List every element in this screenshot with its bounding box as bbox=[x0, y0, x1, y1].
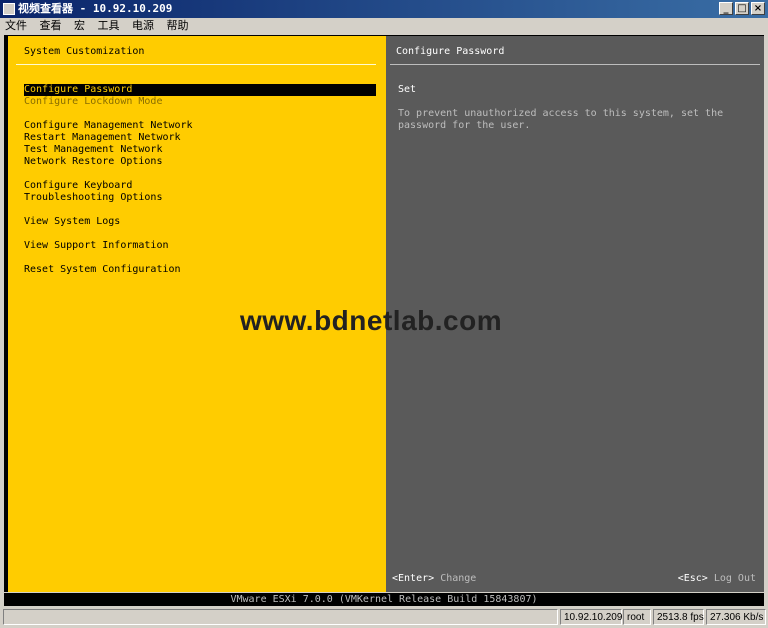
menu-power[interactable]: 电源 bbox=[132, 19, 154, 32]
minimize-button[interactable]: _ bbox=[719, 2, 733, 15]
menu-troubleshooting-options[interactable]: Troubleshooting Options bbox=[24, 192, 162, 204]
menu-view-system-logs[interactable]: View System Logs bbox=[24, 216, 120, 228]
pane-header: System Customization bbox=[24, 46, 145, 57]
window-title: 视频查看器 - 10.92.10.209 bbox=[18, 2, 173, 15]
esc-action-label: Log Out bbox=[713, 573, 756, 584]
esc-logout-hint[interactable]: <Esc> Log Out bbox=[678, 573, 756, 584]
enter-key-label: <Enter> bbox=[392, 573, 435, 584]
menu-test-management-network[interactable]: Test Management Network bbox=[24, 144, 162, 156]
window-titlebar[interactable]: 视频查看器 - 10.92.10.209 _ □ × bbox=[0, 0, 768, 18]
menu-bar: 文件 查看 宏 工具 电源 帮助 bbox=[0, 18, 768, 34]
detail-title: Set bbox=[398, 84, 417, 95]
detail-header: Configure Password bbox=[396, 46, 505, 57]
menu-configure-lockdown-mode[interactable]: Configure Lockdown Mode bbox=[24, 96, 162, 108]
status-fps: 2513.8 fps bbox=[653, 609, 704, 625]
menu-tools[interactable]: 工具 bbox=[98, 19, 120, 32]
menu-configure-keyboard[interactable]: Configure Keyboard bbox=[24, 180, 132, 192]
status-rate: 27.306 Kb/s bbox=[706, 609, 766, 625]
menu-configure-password[interactable]: Configure Password bbox=[24, 84, 376, 96]
version-bar: VMware ESXi 7.0.0 (VMKernel Release Buil… bbox=[4, 593, 764, 606]
status-bar: 10.92.10.209 root 2513.8 fps 27.306 Kb/s bbox=[0, 606, 768, 628]
enter-change-hint[interactable]: <Enter> Change bbox=[392, 573, 476, 584]
menu-macro[interactable]: 宏 bbox=[74, 19, 85, 32]
watermark-text: www.bdnetlab.com bbox=[240, 305, 503, 336]
window-controls: _ □ × bbox=[719, 2, 765, 15]
console-screen[interactable]: System Customization Configure Password … bbox=[4, 35, 764, 592]
close-button[interactable]: × bbox=[751, 2, 765, 15]
status-message bbox=[3, 609, 558, 625]
menu-reset-system-configuration[interactable]: Reset System Configuration bbox=[24, 264, 181, 276]
menu-network-restore-options[interactable]: Network Restore Options bbox=[24, 156, 162, 168]
menu-help[interactable]: 帮助 bbox=[167, 19, 189, 32]
esc-key-label: <Esc> bbox=[677, 573, 708, 584]
detail-description: To prevent unauthorized access to this s… bbox=[398, 108, 724, 131]
menu-view-support-information[interactable]: View Support Information bbox=[24, 240, 169, 252]
menu-file[interactable]: 文件 bbox=[5, 19, 27, 32]
enter-action-label: Change bbox=[440, 573, 477, 584]
header-divider bbox=[16, 64, 376, 65]
status-host: 10.92.10.209 bbox=[560, 609, 622, 625]
detail-header-divider bbox=[390, 64, 760, 65]
menu-view[interactable]: 查看 bbox=[40, 19, 62, 32]
menu-configure-management-network[interactable]: Configure Management Network bbox=[24, 120, 193, 132]
app-icon bbox=[3, 3, 15, 15]
maximize-button[interactable]: □ bbox=[735, 2, 749, 15]
menu-restart-management-network[interactable]: Restart Management Network bbox=[24, 132, 181, 144]
status-user: root bbox=[623, 609, 651, 625]
